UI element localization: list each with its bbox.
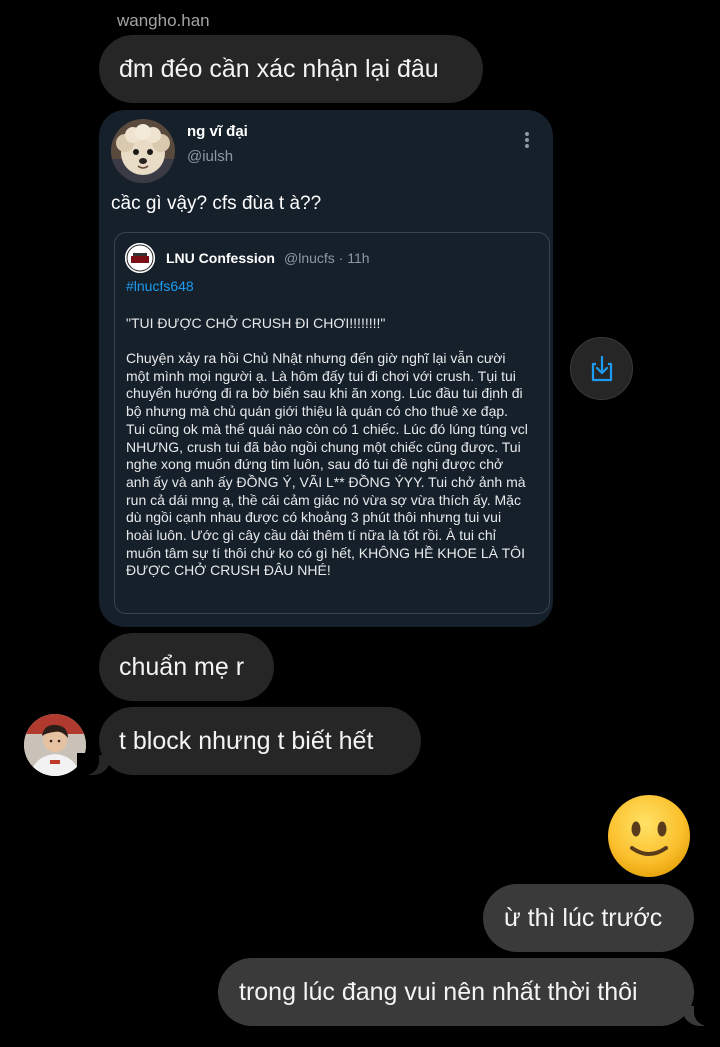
message-text: chuẩn mẹ r — [119, 652, 245, 681]
message-bubble[interactable]: đm đéo cần xác nhận lại đâu — [99, 35, 483, 103]
tweet-text: cầc gì vậy? cfs đùa t à?? — [111, 193, 322, 214]
tweet-author-avatar[interactable] — [111, 119, 175, 183]
message-text: trong lúc đang vui nên nhất thời thôi — [239, 977, 638, 1006]
quoted-tweet[interactable]: LNU Confession @lnucfs · 11h #lnucfs648 … — [114, 232, 550, 614]
message-bubble[interactable]: chuẩn mẹ r — [99, 633, 274, 701]
message-text: ừ thì lúc trước — [504, 903, 663, 932]
tweet-author-name[interactable]: ng vĩ đại — [187, 123, 248, 140]
quoted-author-avatar — [125, 243, 155, 273]
share-download-icon — [591, 355, 612, 381]
more-options-icon[interactable] — [521, 130, 533, 148]
quoted-body: Chuyện xảy ra hồi Chủ Nhật nhưng đến giờ… — [126, 350, 528, 579]
shared-tweet-card[interactable]: ng vĩ đại @iulsh cầc gì vậy? cfs đùa t à… — [99, 110, 553, 627]
message-text: đm đéo cần xác nhận lại đâu — [119, 54, 439, 83]
message-text: t block nhưng t biết hết — [119, 726, 374, 755]
quoted-title: "TUI ĐƯỢC CHỞ CRUSH ĐI CHƠI!!!!!!!!" — [126, 315, 386, 331]
message-bubble[interactable]: t block nhưng t biết hết — [77, 707, 421, 775]
slightly-smiling-face-icon — [608, 795, 690, 877]
message-bubble[interactable]: ừ thì lúc trước — [483, 884, 694, 952]
tweet-author-handle[interactable]: @iulsh — [187, 148, 233, 165]
share-button[interactable] — [570, 337, 633, 400]
sender-name: wangho.han — [117, 11, 210, 30]
message-bubble[interactable]: trong lúc đang vui nên nhất thời thôi — [218, 958, 716, 1026]
quoted-author-name: LNU Confession — [166, 250, 275, 266]
quoted-hashtag[interactable]: #lnucfs648 — [126, 278, 194, 294]
quoted-author-handle: @lnucfs · 11h — [284, 250, 370, 266]
